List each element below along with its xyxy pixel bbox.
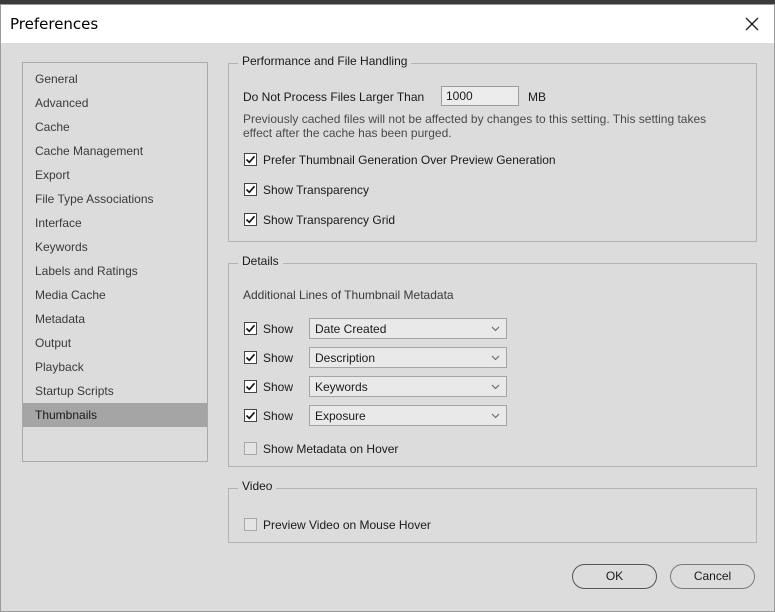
sidebar-item-general[interactable]: General [23, 67, 207, 91]
sidebar-item-interface[interactable]: Interface [23, 211, 207, 235]
check-icon [245, 411, 256, 420]
show-metadata-on-hover-label: Show Metadata on Hover [263, 442, 399, 456]
metadata-line-2-value: Description [315, 351, 376, 365]
sidebar-item-advanced[interactable]: Advanced [23, 91, 207, 115]
metadata-lines-label: Additional Lines of Thumbnail Metadata [243, 288, 454, 302]
cache-note: Previously cached files will not be affe… [243, 112, 707, 140]
dialog-title: Preferences [10, 15, 99, 33]
sidebar-item-thumbnails[interactable]: Thumbnails [23, 403, 207, 427]
show-transparency-checkbox[interactable] [244, 183, 257, 196]
preview-video-hover-label: Preview Video on Mouse Hover [263, 518, 431, 532]
close-icon[interactable] [740, 12, 764, 36]
performance-group-title: Performance and File Handling [238, 54, 412, 68]
title-bar: Preferences [1, 5, 774, 43]
max-file-size-input[interactable] [441, 86, 519, 106]
check-icon [245, 185, 256, 194]
show-transparency-label: Show Transparency [263, 183, 370, 197]
sidebar-item-cache[interactable]: Cache [23, 115, 207, 139]
show-line-1-label: Show [263, 322, 294, 336]
show-line-4-label: Show [263, 409, 294, 423]
sidebar-item-media-cache[interactable]: Media Cache [23, 283, 207, 307]
sidebar-item-playback[interactable]: Playback [23, 355, 207, 379]
check-icon [245, 353, 256, 362]
show-line-4-checkbox[interactable] [244, 409, 257, 422]
preview-video-hover-checkbox[interactable] [244, 518, 257, 531]
sidebar-item-keywords[interactable]: Keywords [23, 235, 207, 259]
show-line-3-checkbox[interactable] [244, 380, 257, 393]
chevron-down-icon [491, 384, 500, 390]
show-transparency-grid-label: Show Transparency Grid [263, 213, 396, 227]
max-file-size-label: Do Not Process Files Larger Than [243, 90, 425, 104]
sidebar-item-metadata[interactable]: Metadata [23, 307, 207, 331]
ok-button[interactable]: OK [572, 564, 657, 589]
chevron-down-icon [491, 355, 500, 361]
video-group-title: Video [238, 479, 277, 493]
sidebar-item-cache-management[interactable]: Cache Management [23, 139, 207, 163]
prefer-thumbnail-checkbox[interactable] [244, 153, 257, 166]
metadata-line-3-select[interactable]: Keywords [309, 376, 507, 397]
details-group-title: Details [238, 254, 283, 268]
prefer-thumbnail-label: Prefer Thumbnail Generation Over Preview… [263, 153, 556, 167]
performance-group: Performance and File Handling Do Not Pro… [228, 54, 757, 242]
metadata-line-3-value: Keywords [315, 380, 368, 394]
video-group: Video Preview Video on Mouse Hover [228, 479, 757, 543]
details-group: Details Additional Lines of Thumbnail Me… [228, 254, 757, 467]
sidebar-item-export[interactable]: Export [23, 163, 207, 187]
show-line-2-checkbox[interactable] [244, 351, 257, 364]
show-transparency-grid-checkbox[interactable] [244, 213, 257, 226]
chevron-down-icon [491, 413, 500, 419]
preferences-sidebar: General Advanced Cache Cache Management … [22, 62, 208, 462]
preferences-dialog: Preferences General Advanced Cache Cache… [0, 4, 775, 612]
metadata-line-1-value: Date Created [315, 322, 387, 336]
cancel-button[interactable]: Cancel [670, 564, 755, 589]
check-icon [245, 215, 256, 224]
chevron-down-icon [491, 326, 500, 332]
show-line-1-checkbox[interactable] [244, 322, 257, 335]
metadata-line-2-select[interactable]: Description [309, 347, 507, 368]
show-line-3-label: Show [263, 380, 294, 394]
show-line-2-label: Show [263, 351, 294, 365]
sidebar-item-output[interactable]: Output [23, 331, 207, 355]
check-icon [245, 324, 256, 333]
metadata-line-4-value: Exposure [315, 409, 366, 423]
check-icon [245, 382, 256, 391]
show-metadata-on-hover-checkbox[interactable] [244, 442, 257, 455]
sidebar-item-labels-and-ratings[interactable]: Labels and Ratings [23, 259, 207, 283]
sidebar-item-startup-scripts[interactable]: Startup Scripts [23, 379, 207, 403]
metadata-line-1-select[interactable]: Date Created [309, 318, 507, 339]
check-icon [245, 155, 256, 164]
max-file-size-unit: MB [528, 90, 546, 104]
metadata-line-4-select[interactable]: Exposure [309, 405, 507, 426]
sidebar-item-file-type-associations[interactable]: File Type Associations [23, 187, 207, 211]
